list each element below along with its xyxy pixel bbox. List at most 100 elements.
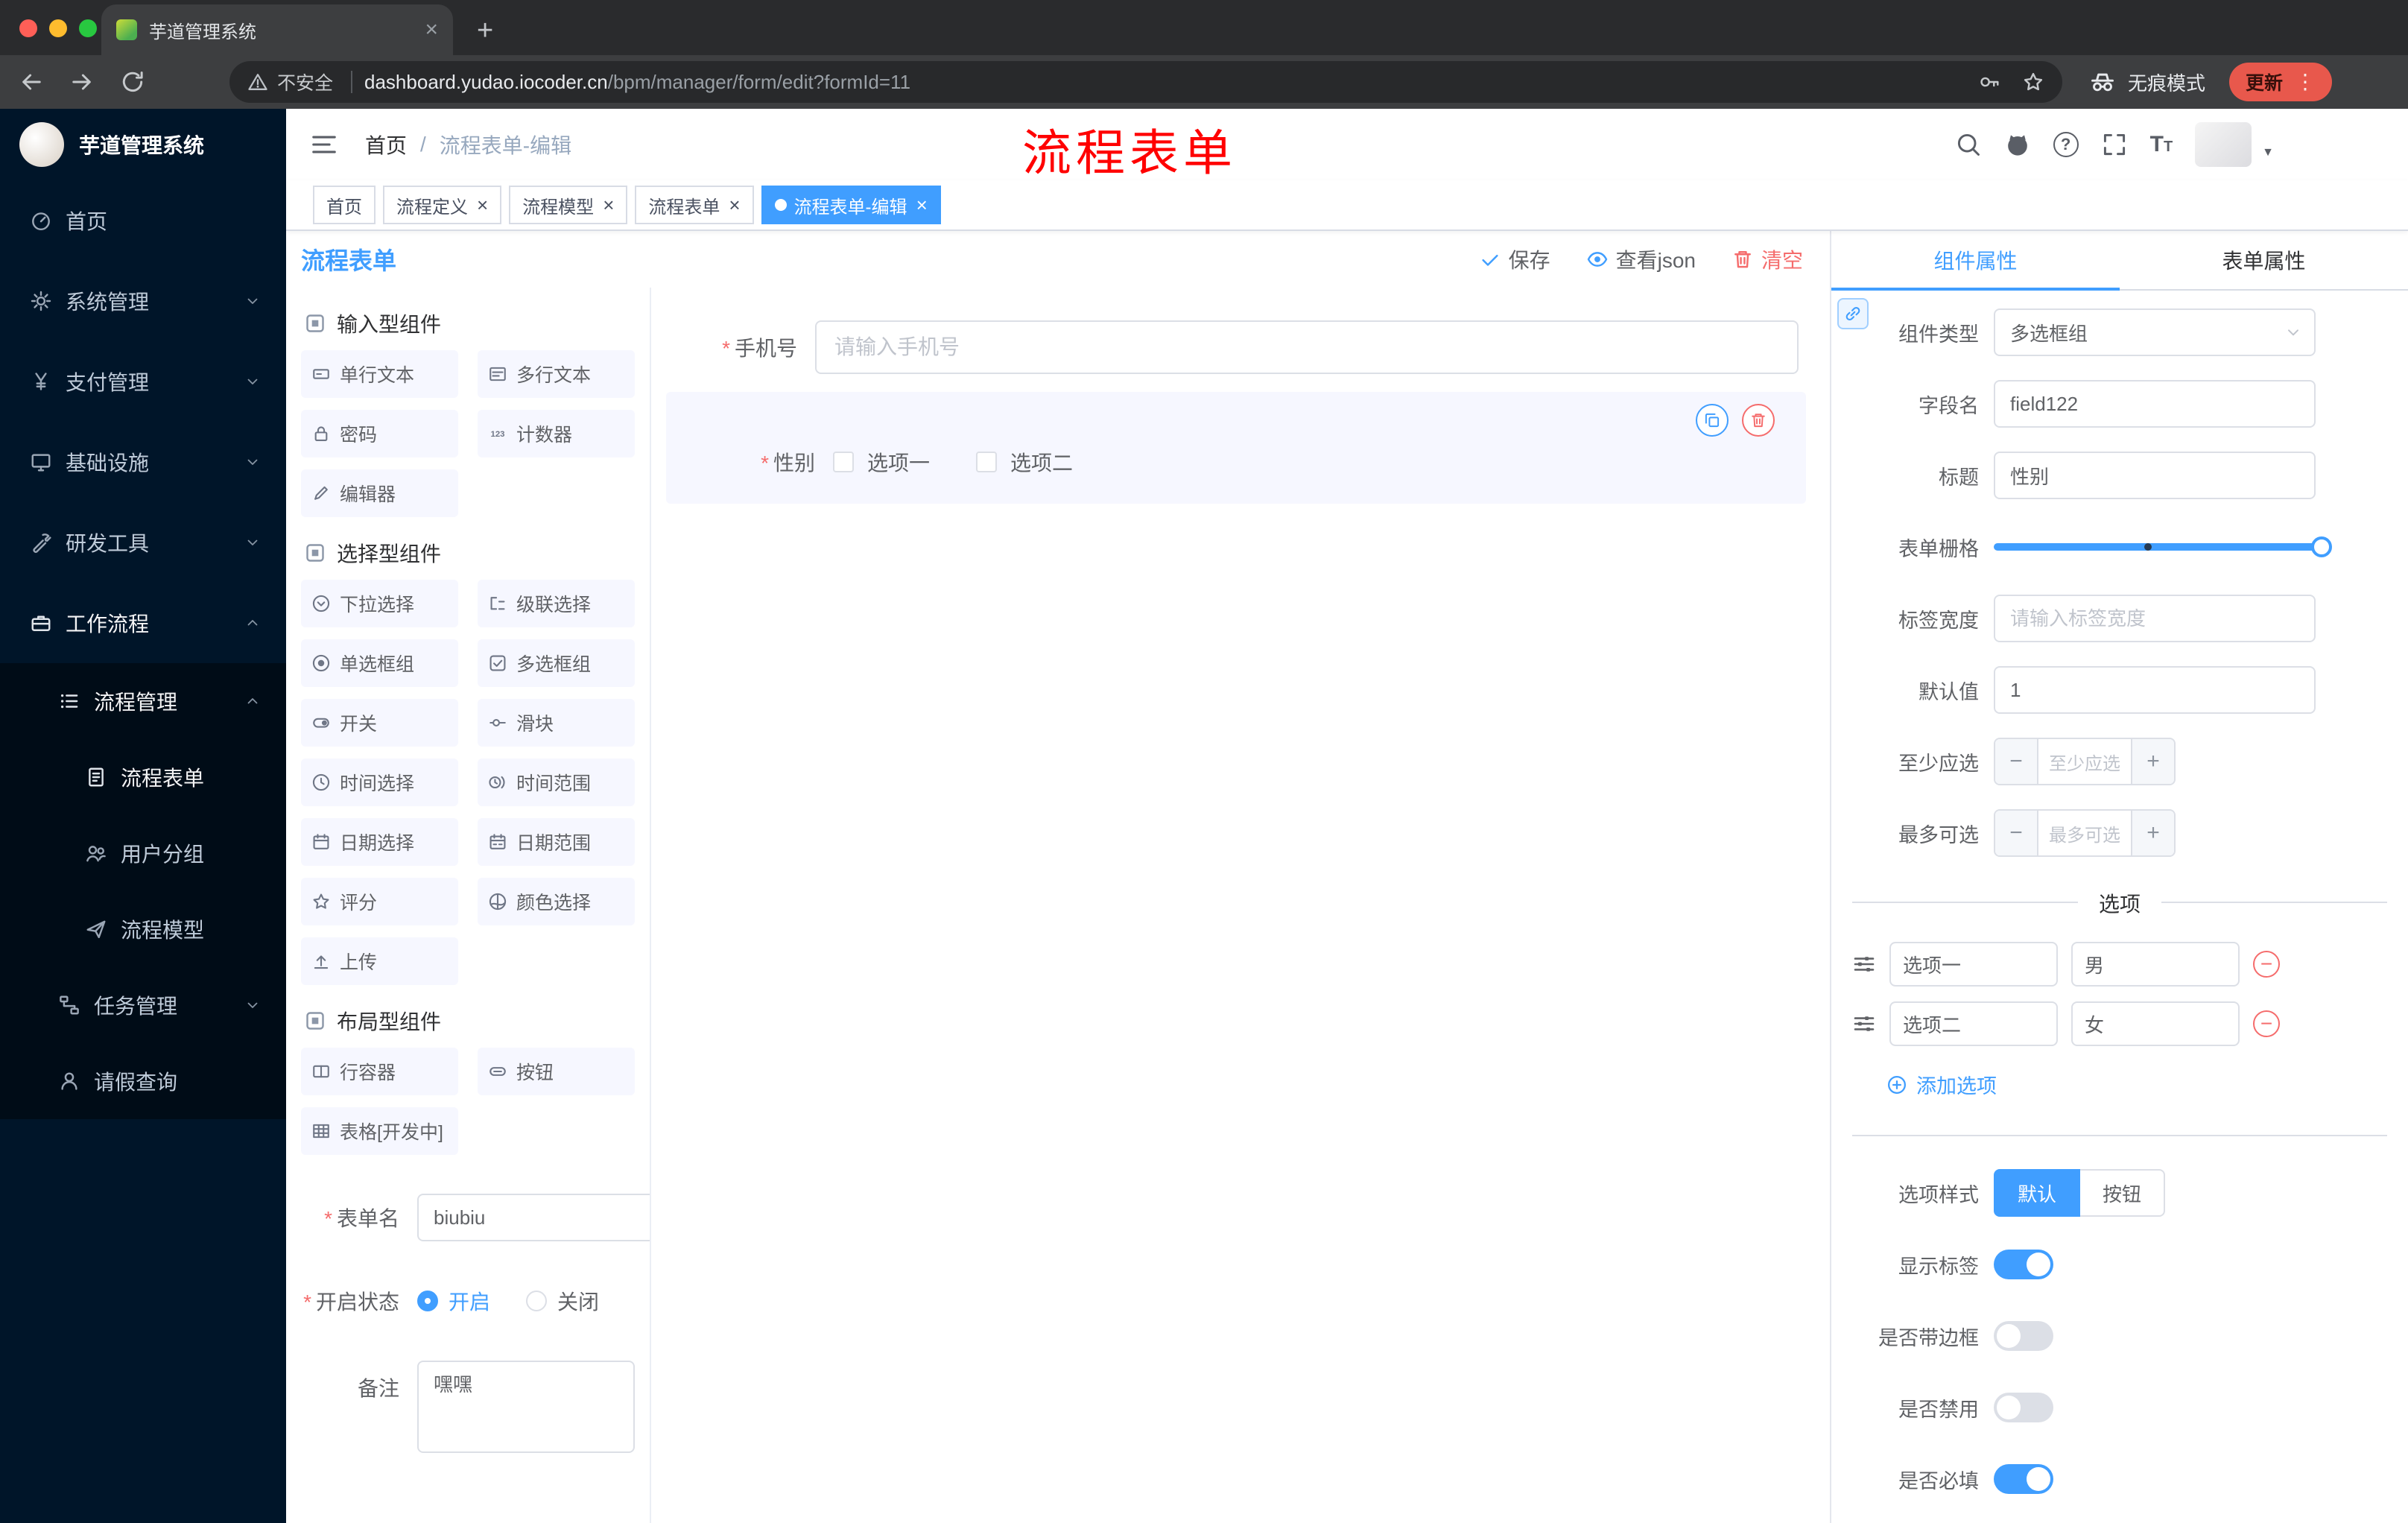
palette-item-input[interactable]: 单行文本 bbox=[301, 350, 458, 398]
field-name-input[interactable] bbox=[1994, 380, 2316, 428]
password-manager-button[interactable] bbox=[1979, 71, 2001, 93]
tag-close-icon[interactable]: × bbox=[916, 195, 928, 215]
switch-是否必填[interactable] bbox=[1994, 1464, 2053, 1494]
decrease-button[interactable]: − bbox=[1995, 739, 2038, 784]
tag-close-icon[interactable]: × bbox=[477, 195, 488, 215]
clear-button[interactable]: 清空 bbox=[1731, 244, 1803, 274]
sidebar-item-leave-query[interactable]: 请假查询 bbox=[0, 1043, 286, 1119]
remove-option-button[interactable]: − bbox=[2253, 1010, 2280, 1037]
palette-item-star[interactable]: 评分 bbox=[301, 878, 458, 925]
palette-item-editor[interactable]: 编辑器 bbox=[301, 469, 458, 517]
save-button[interactable]: 保存 bbox=[1479, 244, 1550, 274]
tab-close-icon[interactable]: × bbox=[425, 19, 438, 41]
palette-item-row[interactable]: 行容器 bbox=[301, 1048, 458, 1095]
option-value-input[interactable] bbox=[2071, 1001, 2240, 1046]
palette-item-slider[interactable]: 滑块 bbox=[478, 699, 635, 747]
switch-显示标签[interactable] bbox=[1994, 1250, 2053, 1279]
min-select-stepper[interactable]: − 至少应选 + bbox=[1994, 738, 2176, 785]
switch-是否带边框[interactable] bbox=[1994, 1321, 2053, 1351]
view-json-button[interactable]: 查看json bbox=[1586, 244, 1696, 274]
increase-button[interactable]: + bbox=[2131, 739, 2174, 784]
tag-首页[interactable]: 首页 bbox=[313, 186, 376, 224]
title-input[interactable] bbox=[1994, 452, 2316, 499]
reload-button[interactable] bbox=[119, 69, 146, 95]
palette-item-counter[interactable]: 123 计数器 bbox=[478, 410, 635, 457]
window-zoom-button[interactable] bbox=[79, 19, 97, 37]
caret-down-icon[interactable]: ▼ bbox=[2262, 146, 2274, 159]
style-default-button[interactable]: 默认 bbox=[1994, 1169, 2081, 1217]
font-size-button[interactable]: TT bbox=[2150, 133, 2173, 156]
radio-open[interactable]: 开启 bbox=[417, 1286, 490, 1316]
sidebar-toggle-button[interactable] bbox=[310, 130, 338, 159]
checkbox-option-2[interactable]: 选项二 bbox=[976, 447, 1073, 477]
sidebar-item-process-form[interactable]: 流程表单 bbox=[0, 739, 286, 815]
palette-item-radio[interactable]: 单选框组 bbox=[301, 639, 458, 687]
selected-component-gender[interactable]: 性别 选项一 选项二 bbox=[666, 392, 1806, 504]
grid-slider[interactable] bbox=[1994, 523, 2332, 571]
tag-流程表单-编辑[interactable]: 流程表单-编辑 × bbox=[761, 186, 941, 224]
palette-item-calendar[interactable]: 日期选择 bbox=[301, 818, 458, 866]
decrease-button[interactable]: − bbox=[1995, 811, 2038, 855]
slider-thumb[interactable] bbox=[2311, 536, 2332, 557]
checkbox-option-1[interactable]: 选项一 bbox=[833, 447, 930, 477]
fullscreen-button[interactable] bbox=[2101, 131, 2128, 158]
github-button[interactable] bbox=[2004, 131, 2031, 158]
tab-component-props[interactable]: 组件属性 bbox=[1831, 231, 2120, 291]
tag-close-icon[interactable]: × bbox=[729, 195, 740, 215]
sidebar-item-system[interactable]: 系统管理 bbox=[0, 261, 286, 341]
phone-input[interactable] bbox=[815, 320, 1799, 374]
tag-流程模型[interactable]: 流程模型 × bbox=[509, 186, 628, 224]
default-value-input[interactable] bbox=[1994, 666, 2316, 714]
add-option-button[interactable]: 添加选项 bbox=[1886, 1070, 2408, 1099]
palette-item-select[interactable]: 下拉选择 bbox=[301, 580, 458, 627]
palette-item-clock-range[interactable]: 时间范围 bbox=[478, 759, 635, 806]
max-select-stepper[interactable]: − 最多可选 + bbox=[1994, 809, 2176, 857]
palette-item-upload[interactable]: 上传 bbox=[301, 937, 458, 985]
radio-closed[interactable]: 关闭 bbox=[526, 1286, 599, 1316]
tag-close-icon[interactable]: × bbox=[603, 195, 614, 215]
breadcrumb-home[interactable]: 首页 bbox=[365, 130, 407, 159]
window-close-button[interactable] bbox=[19, 19, 37, 37]
style-button-button[interactable]: 按钮 bbox=[2080, 1169, 2166, 1217]
remark-textarea[interactable]: 嘿嘿 bbox=[417, 1361, 635, 1453]
sidebar-item-devtools[interactable]: 研发工具 bbox=[0, 502, 286, 583]
window-minimize-button[interactable] bbox=[49, 19, 67, 37]
sidebar-item-user-group[interactable]: 用户分组 bbox=[0, 815, 286, 891]
palette-item-switch[interactable]: 开关 bbox=[301, 699, 458, 747]
sidebar-item-home[interactable]: 首页 bbox=[0, 180, 286, 261]
copy-component-button[interactable] bbox=[1696, 404, 1729, 437]
drag-handle-icon[interactable] bbox=[1852, 952, 1876, 976]
delete-component-button[interactable] bbox=[1742, 404, 1775, 437]
forward-button[interactable] bbox=[69, 69, 95, 95]
browser-tab[interactable]: 芋道管理系统 × bbox=[101, 4, 453, 55]
palette-item-lock[interactable]: 密码 bbox=[301, 410, 458, 457]
bookmark-star-button[interactable] bbox=[2022, 71, 2044, 93]
form-canvas[interactable]: 手机号 性别 选项一 选项二 bbox=[651, 288, 1830, 1523]
label-width-input[interactable] bbox=[1994, 595, 2316, 642]
back-button[interactable] bbox=[18, 69, 45, 95]
address-bar[interactable]: 不安全 dashboard.yudao.iocoder.cn/bpm/manag… bbox=[229, 61, 2062, 103]
increase-button[interactable]: + bbox=[2131, 811, 2174, 855]
link-button[interactable] bbox=[1837, 298, 1869, 329]
palette-item-clock[interactable]: 时间选择 bbox=[301, 759, 458, 806]
palette-item-button[interactable]: 按钮 bbox=[478, 1048, 635, 1095]
remove-option-button[interactable]: − bbox=[2253, 951, 2280, 978]
palette-item-checkbox[interactable]: 多选框组 bbox=[478, 639, 635, 687]
palette-item-table[interactable]: 表格[开发中] bbox=[301, 1107, 458, 1155]
option-label-input[interactable] bbox=[1889, 1001, 2058, 1046]
sidebar-item-infrastructure[interactable]: 基础设施 bbox=[0, 422, 286, 502]
tag-流程表单[interactable]: 流程表单 × bbox=[635, 186, 754, 224]
update-button[interactable]: 更新 ⋮ bbox=[2229, 63, 2333, 101]
drag-handle-icon[interactable] bbox=[1852, 1012, 1876, 1036]
app-logo[interactable]: 芋道管理系统 bbox=[0, 109, 286, 180]
sidebar-item-process-model[interactable]: 流程模型 bbox=[0, 891, 286, 967]
browser-menu-icon[interactable]: ⋮ bbox=[2295, 72, 2316, 92]
sidebar-item-payment[interactable]: 支付管理 bbox=[0, 341, 286, 422]
option-value-input[interactable] bbox=[2071, 942, 2240, 987]
palette-item-textarea[interactable]: 多行文本 bbox=[478, 350, 635, 398]
sidebar-item-task-management[interactable]: 任务管理 bbox=[0, 967, 286, 1043]
palette-item-calendar-range[interactable]: 日期范围 bbox=[478, 818, 635, 866]
tab-form-props[interactable]: 表单属性 bbox=[2120, 231, 2408, 289]
tag-流程定义[interactable]: 流程定义 × bbox=[383, 186, 502, 224]
sidebar-item-process-management[interactable]: 流程管理 bbox=[0, 663, 286, 739]
